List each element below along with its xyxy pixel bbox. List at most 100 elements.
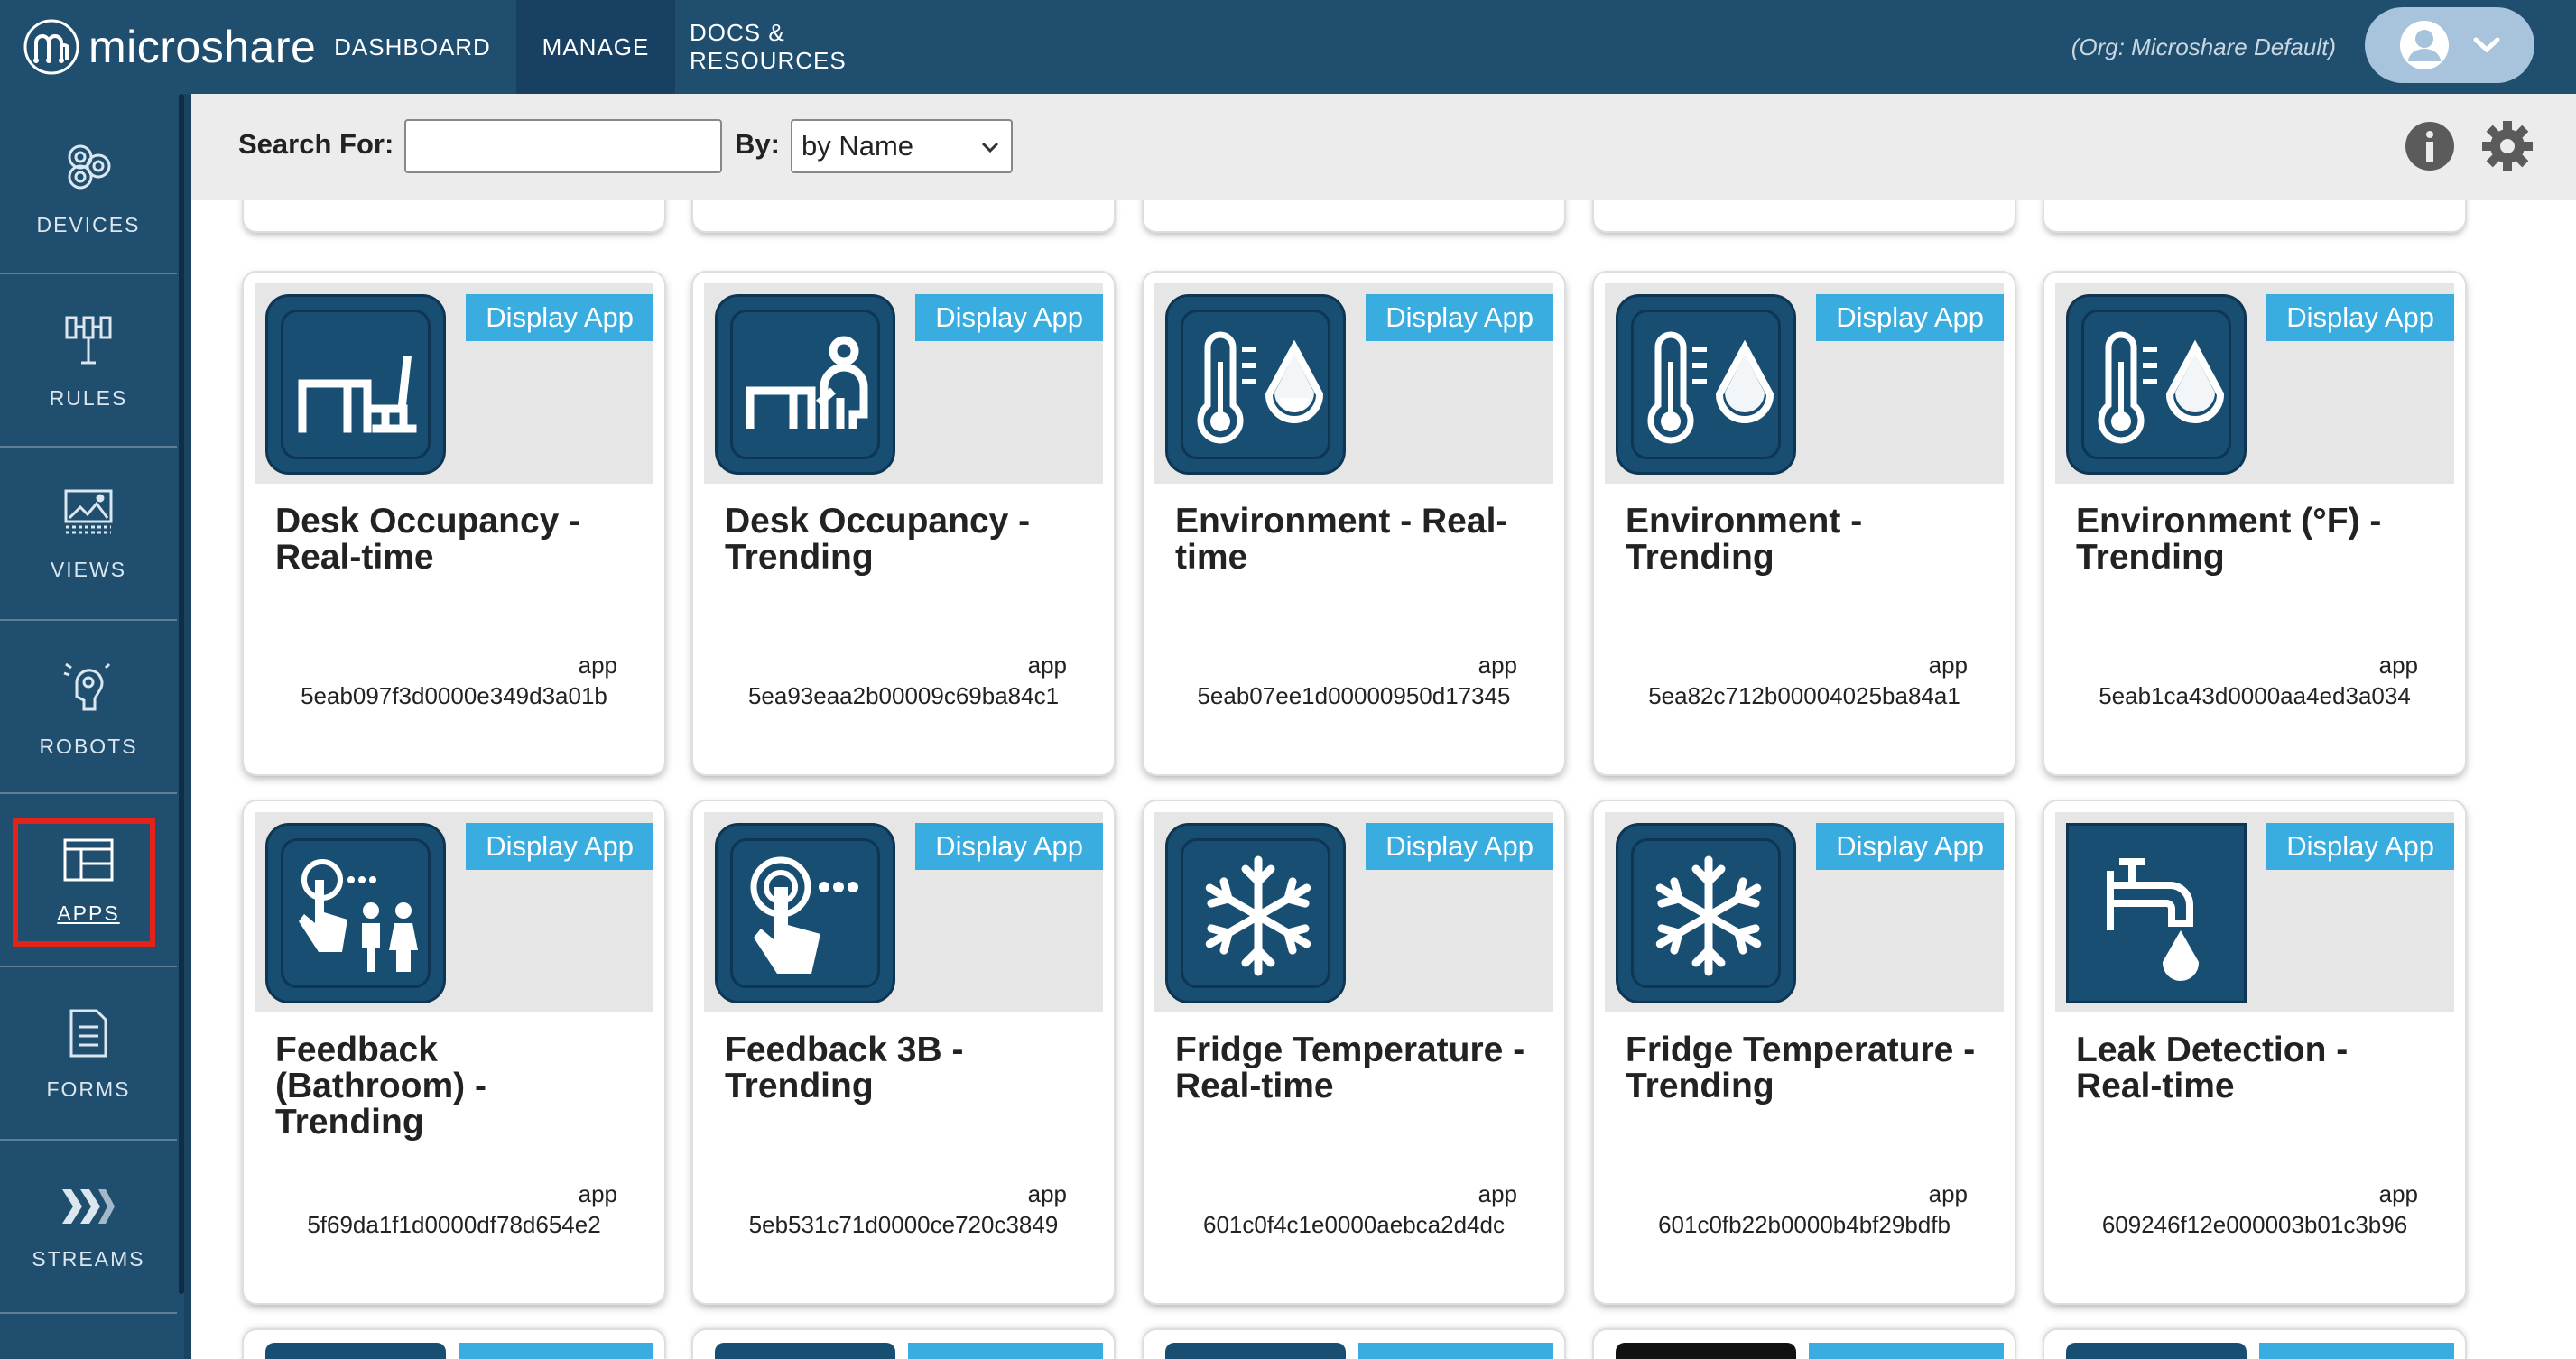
- card-id: 5eab097f3d0000e349d3a01b: [301, 682, 607, 709]
- card-partial-bottom[interactable]: [244, 1330, 664, 1359]
- chevron-down-icon: [981, 142, 999, 153]
- card-header: Display App: [255, 283, 653, 484]
- card-id: 601c0fb22b0000b4bf29bdfb: [1658, 1211, 1951, 1238]
- app-card[interactable]: Display App Environment - Trending app 5…: [1594, 273, 2015, 774]
- card-id: 5eab07ee1d00000950d17345: [1197, 682, 1511, 709]
- card-header: Display App: [1605, 283, 2004, 484]
- card-partial-bottom[interactable]: [1594, 1330, 2015, 1359]
- sidebar-item-streams[interactable]: STREAMS: [0, 1142, 177, 1314]
- app-card[interactable]: Display App Fridge Temperature - Trendin…: [1594, 801, 2015, 1303]
- display-app-badge: Display App: [915, 294, 1103, 341]
- feedback-touch-icon: [715, 823, 895, 1003]
- card-id: 609246f12e000003b01c3b96: [2101, 1211, 2408, 1238]
- sidebar-label-robots: ROBOTS: [39, 734, 138, 758]
- sidebar-scrollbar[interactable]: [179, 94, 184, 1294]
- card-title: Environment - Real-time: [1175, 502, 1508, 577]
- views-icon: [64, 489, 113, 533]
- sidebar-label-forms: FORMS: [46, 1077, 131, 1101]
- card-type: app: [578, 1180, 617, 1207]
- card-id: 601c0f4c1e0000aebca2d4dc: [1203, 1211, 1505, 1238]
- card-id: 5eb531c71d0000ce720c3849: [748, 1211, 1059, 1238]
- app-card[interactable]: Display App Environment - Real-time app …: [1144, 273, 1564, 774]
- display-app-badge: Display App: [1816, 823, 2004, 870]
- info-icon[interactable]: [2405, 121, 2455, 171]
- sidebar-item-devices[interactable]: DEVICES: [0, 103, 177, 274]
- card-header: Display App: [1605, 812, 2004, 1012]
- card-header: Display App: [704, 283, 1103, 484]
- display-app-badge: Display App: [466, 823, 653, 870]
- rules-icon: [65, 316, 112, 364]
- card-id: 5ea82c712b00004025ba84a1: [1648, 682, 1960, 709]
- card-title: Desk Occupancy - Real-time: [275, 502, 581, 577]
- card-type: app: [2378, 652, 2418, 679]
- card-title: Desk Occupancy - Trending: [725, 502, 1031, 577]
- sidebar-item-robots[interactable]: ROBOTS: [0, 623, 177, 794]
- card-partial-top[interactable]: [1594, 200, 2015, 231]
- user-avatar-icon: [2400, 21, 2449, 69]
- nav-docs-resources[interactable]: DOCS & RESOURCES: [690, 0, 948, 94]
- sidebar-label-streams: STREAMS: [32, 1246, 145, 1271]
- card-header: Display App: [2055, 283, 2454, 484]
- card-type: app: [578, 652, 617, 679]
- card-type: app: [1027, 1180, 1067, 1207]
- thermometer-drop-icon: [1616, 294, 1796, 475]
- card-header: Display App: [255, 812, 653, 1012]
- thermometer-drop-icon: [2066, 294, 2247, 475]
- sidebar-item-rules[interactable]: RULES: [0, 276, 177, 448]
- card-type: app: [2378, 1180, 2418, 1207]
- display-app-badge: Display App: [2266, 294, 2454, 341]
- sidebar-label-devices: DEVICES: [36, 212, 141, 236]
- card-type: app: [1027, 652, 1067, 679]
- search-by-value: by Name: [802, 130, 914, 162]
- card-header: Display App: [2055, 812, 2454, 1012]
- feedback-people-icon: [265, 823, 446, 1003]
- card-header: Display App: [1154, 812, 1553, 1012]
- card-partial-top[interactable]: [1144, 200, 1564, 231]
- apps-grid: Display App Desk Occupancy - Real-time a…: [191, 200, 2576, 1359]
- sidebar-divider: [184, 94, 191, 1359]
- card-partial-bottom[interactable]: [693, 1330, 1114, 1359]
- brand-name: microshare: [88, 22, 317, 72]
- card-header: Display App: [704, 812, 1103, 1012]
- sidebar-label-views: VIEWS: [50, 557, 127, 581]
- card-partial-top[interactable]: [244, 200, 664, 231]
- app-card[interactable]: Display App Leak Detection - Real-time a…: [2044, 801, 2465, 1303]
- search-input[interactable]: [404, 119, 722, 173]
- sidebar-item-views[interactable]: VIEWS: [0, 449, 177, 621]
- display-app-badge: Display App: [915, 823, 1103, 870]
- card-type: app: [1478, 1180, 1517, 1207]
- chevron-down-icon: [2473, 37, 2500, 53]
- display-app-badge: Display App: [1816, 294, 2004, 341]
- card-partial-bottom[interactable]: [1144, 1330, 1564, 1359]
- card-partial-top[interactable]: [693, 200, 1114, 231]
- desk-person-icon: [715, 294, 895, 475]
- nav-manage[interactable]: MANAGE: [516, 0, 675, 94]
- card-title: Feedback (Bathroom) - Trending: [275, 1031, 486, 1142]
- card-title: Fridge Temperature - Real-time: [1175, 1031, 1525, 1105]
- app-card[interactable]: Display App Desk Occupancy - Trending ap…: [693, 273, 1114, 774]
- display-app-badge: Display App: [2266, 823, 2454, 870]
- card-partial-top[interactable]: [2044, 200, 2465, 231]
- thermometer-drop-icon: [1165, 294, 1346, 475]
- card-type: app: [1928, 1180, 1968, 1207]
- app-card[interactable]: Display App Fridge Temperature - Real-ti…: [1144, 801, 1564, 1303]
- app-card[interactable]: Display App Desk Occupancy - Real-time a…: [244, 273, 664, 774]
- card-title: Leak Detection - Real-time: [2076, 1031, 2349, 1105]
- app-card[interactable]: Display App Environment (°F) - Trending …: [2044, 273, 2465, 774]
- card-id: 5f69da1f1d0000df78d654e2: [307, 1211, 601, 1238]
- top-nav-bar: microshare DASHBOARD MANAGE DOCS & RESOU…: [0, 0, 2576, 94]
- snowflake-icon: [1165, 823, 1346, 1003]
- card-title: Environment - Trending: [1626, 502, 1863, 577]
- app-card[interactable]: Display App Feedback (Bathroom) - Trendi…: [244, 801, 664, 1303]
- app-card[interactable]: Display App Feedback 3B - Trending app 5…: [693, 801, 1114, 1303]
- nav-dashboard[interactable]: DASHBOARD: [318, 0, 507, 94]
- gear-icon[interactable]: [2482, 121, 2533, 171]
- brand-logo[interactable]: microshare: [23, 16, 316, 78]
- user-menu-button[interactable]: [2365, 7, 2534, 83]
- card-partial-bottom[interactable]: [2044, 1330, 2465, 1359]
- card-title: Feedback 3B - Trending: [725, 1031, 964, 1105]
- display-app-badge: Display App: [466, 294, 653, 341]
- snowflake-icon: [1616, 823, 1796, 1003]
- sidebar-item-forms[interactable]: FORMS: [0, 969, 177, 1141]
- search-by-select[interactable]: by Name: [791, 119, 1013, 173]
